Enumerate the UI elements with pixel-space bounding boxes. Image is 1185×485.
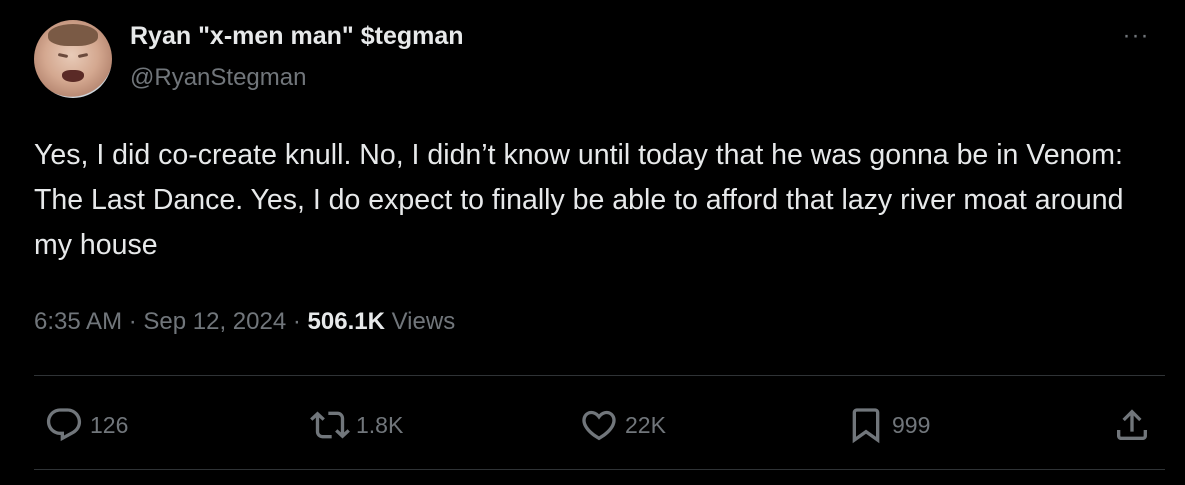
tweet-time[interactable]: 6:35 AM: [34, 308, 122, 335]
avatar-eye-left: [57, 52, 69, 59]
user-handle[interactable]: @RyanStegman: [130, 64, 306, 92]
avatar-hair: [48, 24, 98, 46]
avatar-mouth: [62, 70, 84, 82]
divider: [34, 469, 1165, 470]
like-button[interactable]: 22K: [579, 400, 666, 450]
avatar[interactable]: [34, 20, 112, 98]
display-name[interactable]: Ryan "x-men man" $tegman: [130, 22, 464, 51]
tweet-card: Ryan "x-men man" $tegman @RyanStegman ··…: [0, 0, 1185, 485]
tweet-header: Ryan "x-men man" $tegman @RyanStegman ··…: [34, 18, 1154, 102]
tweet-date[interactable]: Sep 12, 2024: [143, 308, 286, 335]
reply-icon: [46, 408, 82, 442]
divider: [34, 375, 1165, 376]
reply-button[interactable]: 126: [44, 400, 128, 450]
heart-icon: [582, 410, 616, 441]
retweet-count: 1.8K: [356, 411, 404, 438]
meta-separator: ·: [128, 308, 137, 335]
tweet-meta: 6:35 AM · Sep 12, 2024 · 506.1K Views: [34, 308, 455, 336]
views-label: Views: [391, 308, 456, 335]
bookmark-button[interactable]: 999: [846, 400, 930, 450]
retweet-icon: [310, 411, 350, 439]
avatar-eye-right: [77, 52, 89, 59]
action-bar: 126 1.8K 22K 999: [34, 400, 1165, 450]
share-button[interactable]: [1112, 400, 1152, 450]
bookmark-icon: [852, 408, 880, 444]
share-icon: [1117, 409, 1147, 440]
ellipsis-icon[interactable]: ···: [1118, 24, 1154, 48]
tweet-text: Yes, I did co-create knull. No, I didn’t…: [34, 139, 1124, 261]
views-count: 506.1K: [307, 308, 385, 335]
retweet-button[interactable]: 1.8K: [310, 400, 403, 450]
bookmark-count: 999: [892, 411, 931, 438]
like-count: 22K: [625, 411, 666, 438]
meta-separator: ·: [292, 308, 301, 335]
reply-count: 126: [90, 411, 129, 438]
